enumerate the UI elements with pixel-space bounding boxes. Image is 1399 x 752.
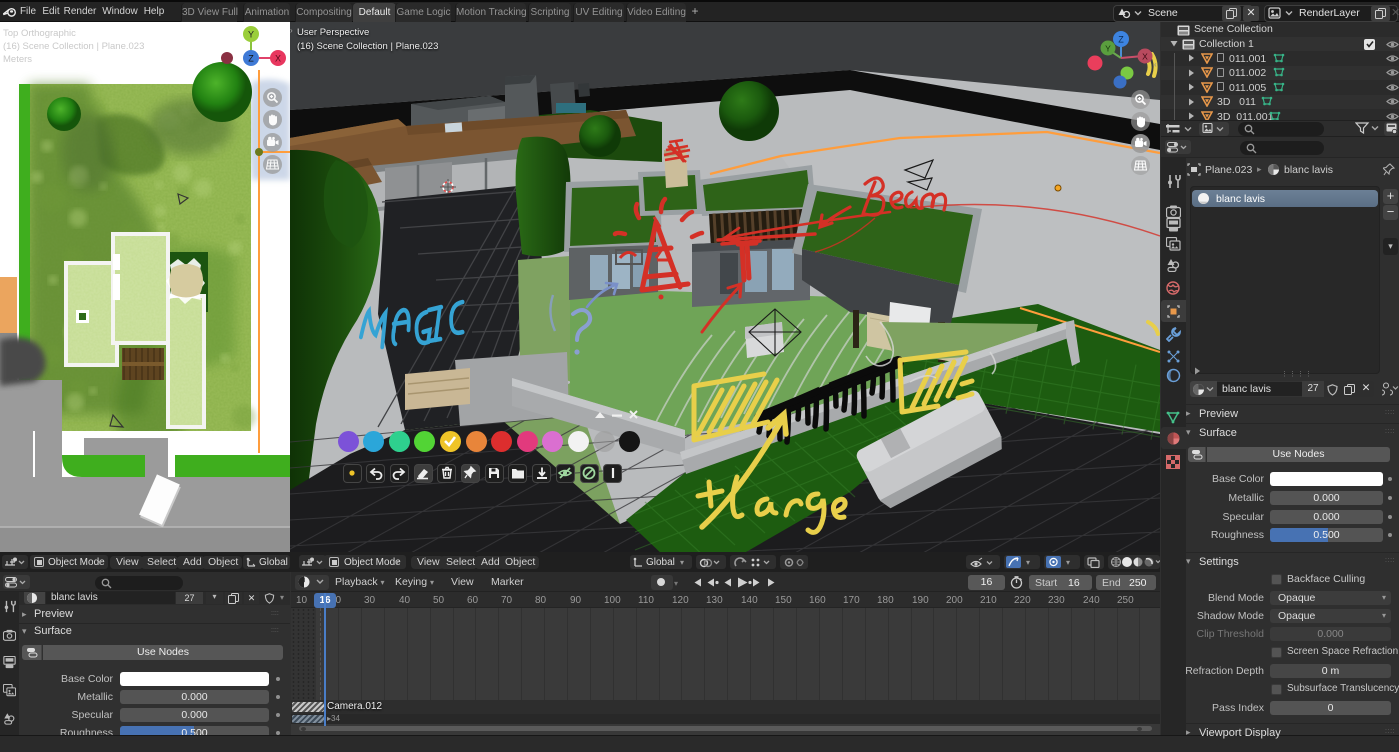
svg-text:Y: Y: [248, 30, 254, 40]
svg-text:X: X: [275, 54, 281, 64]
svg-text:Z: Z: [1118, 35, 1124, 45]
svg-text:X: X: [1142, 52, 1148, 62]
svg-text:Y: Y: [1105, 44, 1111, 54]
svg-text:Z: Z: [248, 54, 254, 64]
